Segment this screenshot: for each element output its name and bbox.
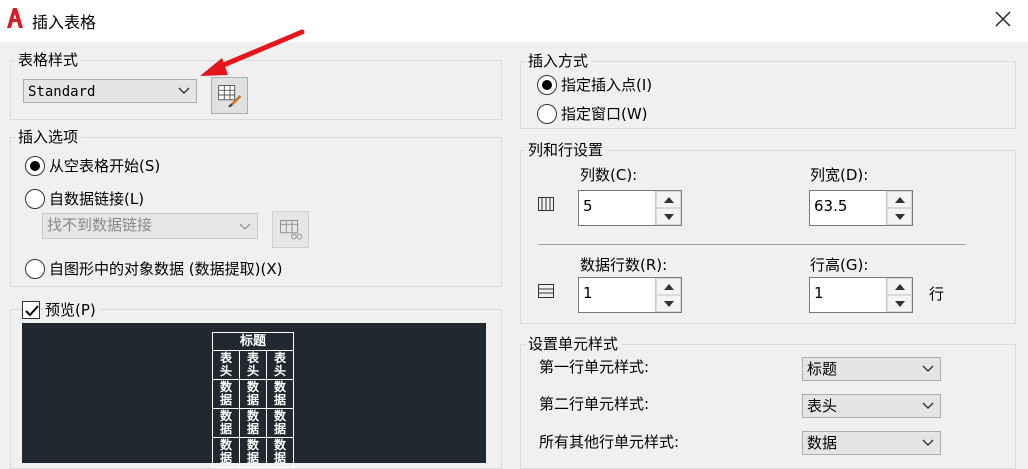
- preview-label[interactable]: 预览(P): [45, 300, 100, 320]
- preview-data-cell: 数 据: [273, 409, 286, 436]
- column-width-value[interactable]: 63.5: [814, 197, 847, 215]
- table-style-edit-icon: [218, 85, 242, 108]
- object-data-label[interactable]: 自图形中的对象数据 (数据提取)(X): [49, 259, 282, 279]
- table-preview: 标题 表 头 表 头 表 头 数 据 数 据 数 据 数 据 数 据 数 据 数…: [22, 323, 486, 468]
- row-height-stepper-arrows: [886, 278, 912, 312]
- data-link-radio[interactable]: [25, 189, 45, 209]
- columns-increment[interactable]: [656, 191, 681, 208]
- data-rows-value[interactable]: 1: [583, 284, 593, 302]
- close-icon[interactable]: [990, 6, 1016, 32]
- insertion-point-label[interactable]: 指定插入点(I): [561, 75, 652, 95]
- preview-table: 标题 表 头 表 头 表 头 数 据 数 据 数 据 数 据 数 据 数 据 数…: [212, 332, 294, 468]
- column-width-increment[interactable]: [887, 191, 912, 208]
- preview-data-cell: 数 据: [240, 380, 267, 408]
- preview-data-cell: 数 据: [273, 380, 286, 407]
- data-rows-increment[interactable]: [656, 278, 681, 295]
- data-link-manager-button[interactable]: [272, 211, 309, 248]
- title-bar: 插入表格: [0, 0, 1028, 42]
- other-rows-style-value: 数据: [807, 434, 838, 452]
- other-rows-style-select[interactable]: 数据: [802, 431, 941, 455]
- first-row-style-select[interactable]: 标题: [802, 357, 941, 381]
- insert-options-group-title: 插入选项: [15, 127, 82, 147]
- table-style-select-value: Standard: [28, 84, 96, 100]
- data-link-icon: [280, 220, 303, 240]
- second-row-style-select[interactable]: 表头: [802, 394, 941, 418]
- insertion-point-radio[interactable]: [537, 75, 557, 95]
- preview-data-cell: 数 据: [240, 409, 267, 437]
- preview-data-row: 数 据 数 据 数 据: [213, 409, 293, 438]
- window-title: 插入表格: [32, 13, 97, 32]
- preview-header-row: 表 头 表 头 表 头: [213, 351, 293, 380]
- chevron-down-icon: [239, 223, 251, 230]
- row-unit-label: 行: [929, 285, 945, 303]
- data-rows-stepper-arrows: [655, 278, 681, 312]
- preview-table-title: 标题: [213, 333, 293, 351]
- data-link-select[interactable]: 找不到数据链接: [42, 213, 258, 239]
- first-row-style-value: 标题: [807, 360, 838, 378]
- columns-icon: [538, 197, 554, 211]
- row-height-stepper[interactable]: 1: [809, 277, 913, 313]
- object-data-radio[interactable]: [25, 259, 45, 279]
- columns-label: 列数(C):: [580, 166, 638, 184]
- preview-header-cell: 表 头: [240, 351, 267, 379]
- rows-cols-divider: [538, 244, 966, 245]
- table-style-group-title: 表格样式: [15, 50, 82, 70]
- autocad-logo-icon: [7, 8, 23, 28]
- table-style-dialog-button[interactable]: [211, 77, 248, 114]
- insert-method-group-title: 插入方式: [525, 51, 592, 71]
- row-height-increment[interactable]: [887, 278, 912, 295]
- chevron-down-icon: [922, 402, 934, 409]
- preview-data-row: 数 据 数 据 数 据: [213, 380, 293, 409]
- window-label[interactable]: 指定窗口(W): [561, 104, 648, 124]
- column-width-label: 列宽(D):: [810, 166, 869, 184]
- start-empty-radio[interactable]: [25, 156, 45, 176]
- preview-data-cell: 数 据: [213, 380, 240, 408]
- chevron-down-icon: [922, 439, 934, 446]
- preview-header-cell: 表 头: [273, 351, 286, 378]
- start-empty-label[interactable]: 从空表格开始(S): [49, 156, 160, 176]
- columns-value[interactable]: 5: [583, 197, 593, 215]
- row-height-decrement[interactable]: [887, 295, 912, 312]
- row-height-value[interactable]: 1: [814, 284, 824, 302]
- second-row-style-value: 表头: [807, 397, 838, 415]
- rows-cols-group-title: 列和行设置: [525, 140, 607, 160]
- column-width-stepper-arrows: [886, 191, 912, 225]
- data-rows-label: 数据行数(R):: [580, 256, 668, 274]
- column-width-stepper[interactable]: 63.5: [809, 190, 913, 226]
- table-style-select[interactable]: Standard: [23, 79, 197, 103]
- chevron-down-icon: [922, 365, 934, 372]
- columns-stepper[interactable]: 5: [578, 190, 682, 226]
- data-rows-decrement[interactable]: [656, 295, 681, 312]
- chevron-down-icon: [178, 87, 190, 94]
- data-link-select-value: 找不到数据链接: [47, 216, 153, 234]
- preview-data-cell: 数 据: [213, 409, 240, 437]
- cell-styles-group-title: 设置单元样式: [525, 334, 622, 354]
- first-row-style-label: 第一行单元样式:: [539, 358, 650, 376]
- columns-stepper-arrows: [655, 191, 681, 225]
- other-rows-style-label: 所有其他行单元样式:: [539, 433, 680, 451]
- second-row-style-label: 第二行单元样式:: [539, 395, 650, 413]
- column-width-decrement[interactable]: [887, 208, 912, 225]
- data-link-label[interactable]: 自数据链接(L): [49, 189, 144, 209]
- checkmark-icon: [25, 305, 39, 317]
- preview-checkbox[interactable]: [22, 301, 40, 319]
- data-rows-stepper[interactable]: 1: [578, 277, 682, 313]
- preview-header-cell: 表 头: [213, 351, 240, 379]
- row-height-label: 行高(G):: [810, 256, 869, 274]
- columns-decrement[interactable]: [656, 208, 681, 225]
- rows-icon: [538, 284, 554, 298]
- window-radio[interactable]: [537, 104, 557, 124]
- red-arrow-annotation: [200, 29, 305, 76]
